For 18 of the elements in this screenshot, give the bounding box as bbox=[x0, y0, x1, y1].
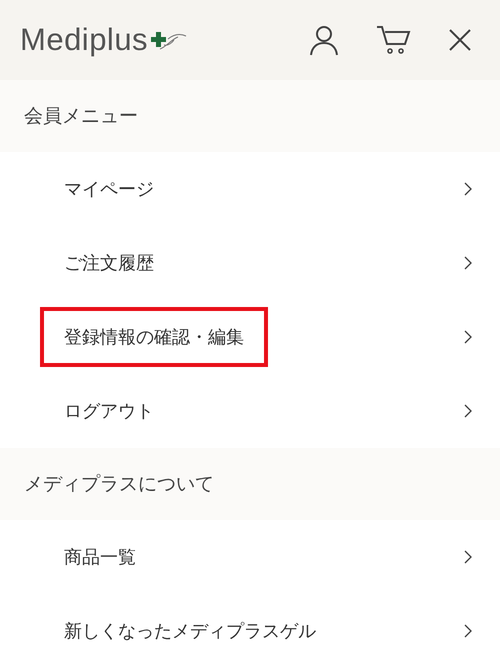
chevron-icon bbox=[464, 624, 472, 638]
menu-item-label: ログアウト bbox=[63, 400, 155, 424]
close-icon[interactable] bbox=[448, 28, 472, 52]
menu-item-label: 商品一覧 bbox=[63, 546, 137, 570]
menu-item-label: 登録情報の確認・編集 bbox=[40, 307, 268, 367]
menu-item-label: ご注文履歴 bbox=[63, 252, 155, 276]
section-heading: 会員メニュー bbox=[0, 80, 500, 152]
chevron-icon bbox=[464, 404, 472, 418]
user-icon[interactable] bbox=[308, 24, 340, 56]
chevron-icon bbox=[464, 256, 472, 270]
logo-text[interactable]: Mediplus bbox=[20, 22, 148, 58]
menu-item-label: マイページ bbox=[63, 178, 155, 202]
cart-icon[interactable] bbox=[376, 25, 412, 55]
chevron-icon bbox=[464, 550, 472, 564]
chevron-icon bbox=[464, 182, 472, 196]
menu-item-label: 新しくなったメディプラスゲル bbox=[63, 620, 317, 644]
chevron-icon bbox=[464, 330, 472, 344]
section-heading: メディプラスについて bbox=[0, 448, 500, 520]
